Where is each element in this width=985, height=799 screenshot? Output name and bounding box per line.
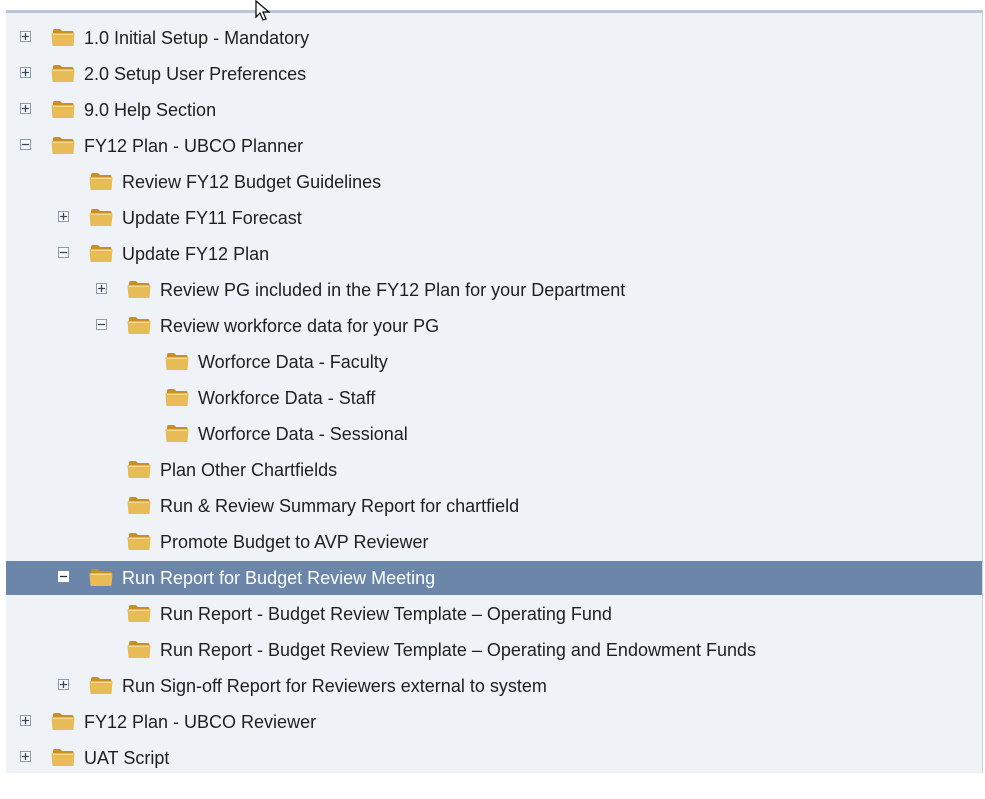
tree-item[interactable]: Run Report - Budget Review Template – Op…	[6, 597, 982, 631]
collapse-icon[interactable]	[20, 139, 31, 150]
folder-icon	[88, 674, 114, 696]
collapse-icon[interactable]	[58, 571, 69, 582]
tree-item-label[interactable]: Update FY11 Forecast	[122, 208, 302, 228]
tree-item-label[interactable]: Worforce Data - Faculty	[198, 352, 388, 372]
tree-item[interactable]: Review PG included in the FY12 Plan for …	[6, 273, 982, 307]
tree-item[interactable]: Promote Budget to AVP Reviewer	[6, 525, 982, 559]
expand-icon[interactable]	[96, 283, 107, 294]
folder-icon	[88, 170, 114, 192]
expand-icon[interactable]	[20, 31, 31, 42]
tree-item-label[interactable]: UAT Script	[84, 748, 169, 768]
folder-icon	[164, 350, 190, 372]
folder-icon	[50, 710, 76, 732]
folder-icon	[126, 278, 152, 300]
tree-item-label[interactable]: Run Report - Budget Review Template – Op…	[160, 640, 756, 660]
tree-item[interactable]: Worforce Data - Faculty	[6, 345, 982, 379]
collapse-icon[interactable]	[96, 319, 107, 330]
mouse-cursor-icon	[255, 0, 271, 21]
expand-icon[interactable]	[58, 211, 69, 222]
tree-item-label[interactable]: 2.0 Setup User Preferences	[84, 64, 306, 84]
tree-item-label[interactable]: Review FY12 Budget Guidelines	[122, 172, 381, 192]
tree-item-label[interactable]: Update FY12 Plan	[122, 244, 269, 264]
tree-item[interactable]: 1.0 Initial Setup - Mandatory	[6, 21, 982, 55]
folder-icon	[164, 386, 190, 408]
tree-item[interactable]: Update FY12 Plan	[6, 237, 982, 271]
tree-item-label[interactable]: FY12 Plan - UBCO Planner	[84, 136, 303, 156]
tree-item[interactable]: Review FY12 Budget Guidelines	[6, 165, 982, 199]
tree-item-label[interactable]: Worforce Data - Sessional	[198, 424, 408, 444]
tree-item[interactable]: Run Report for Budget Review Meeting	[6, 561, 982, 595]
tree-item[interactable]: Review workforce data for your PG	[6, 309, 982, 343]
tree-item-label[interactable]: FY12 Plan - UBCO Reviewer	[84, 712, 316, 732]
folder-icon	[126, 638, 152, 660]
folder-icon	[88, 566, 114, 588]
tree-item[interactable]: 2.0 Setup User Preferences	[6, 57, 982, 91]
tree-item-label[interactable]: 1.0 Initial Setup - Mandatory	[84, 28, 309, 48]
tree-item-label[interactable]: Review PG included in the FY12 Plan for …	[160, 280, 625, 300]
tree-item[interactable]: Worforce Data - Sessional	[6, 417, 982, 451]
tree-item-label[interactable]: Run Report - Budget Review Template – Op…	[160, 604, 612, 624]
tree-item[interactable]: Run Report - Budget Review Template – Op…	[6, 633, 982, 667]
tree-item[interactable]: FY12 Plan - UBCO Planner	[6, 129, 982, 163]
tree-item[interactable]: Plan Other Chartfields	[6, 453, 982, 487]
tree-item[interactable]: Workforce Data - Staff	[6, 381, 982, 415]
folder-icon	[50, 62, 76, 84]
expand-icon[interactable]	[20, 103, 31, 114]
folder-icon	[50, 134, 76, 156]
folder-icon	[88, 242, 114, 264]
tree-panel: 1.0 Initial Setup - Mandatory 2.0 Setup U…	[6, 10, 983, 773]
expand-icon[interactable]	[58, 679, 69, 690]
tree-item-label[interactable]: Promote Budget to AVP Reviewer	[160, 532, 428, 552]
folder-icon	[50, 98, 76, 120]
collapse-icon[interactable]	[58, 247, 69, 258]
tree-item-label[interactable]: 9.0 Help Section	[84, 100, 216, 120]
folder-icon	[164, 422, 190, 444]
tree-item-label[interactable]: Run Sign-off Report for Reviewers extern…	[122, 676, 547, 696]
folder-icon	[50, 26, 76, 48]
tree-item[interactable]: FY12 Plan - UBCO Reviewer	[6, 705, 982, 739]
tree-item-label[interactable]: Workforce Data - Staff	[198, 388, 375, 408]
folder-icon	[126, 530, 152, 552]
tree-item-label[interactable]: Run Report for Budget Review Meeting	[122, 568, 435, 588]
expand-icon[interactable]	[20, 715, 31, 726]
folder-icon	[50, 746, 76, 768]
folder-icon	[88, 206, 114, 228]
tree-item-label[interactable]: Review workforce data for your PG	[160, 316, 439, 336]
tree-item-label[interactable]: Plan Other Chartfields	[160, 460, 337, 480]
expand-icon[interactable]	[20, 751, 31, 762]
tree-item[interactable]: Update FY11 Forecast	[6, 201, 982, 235]
tree-item[interactable]: UAT Script	[6, 741, 982, 775]
tree-item[interactable]: Run & Review Summary Report for chartfie…	[6, 489, 982, 523]
expand-icon[interactable]	[20, 67, 31, 78]
folder-icon	[126, 458, 152, 480]
tree-item-label[interactable]: Run & Review Summary Report for chartfie…	[160, 496, 519, 516]
tree-item[interactable]: Run Sign-off Report for Reviewers extern…	[6, 669, 982, 703]
folder-icon	[126, 494, 152, 516]
folder-icon	[126, 602, 152, 624]
folder-icon	[126, 314, 152, 336]
tree-item[interactable]: 9.0 Help Section	[6, 93, 982, 127]
